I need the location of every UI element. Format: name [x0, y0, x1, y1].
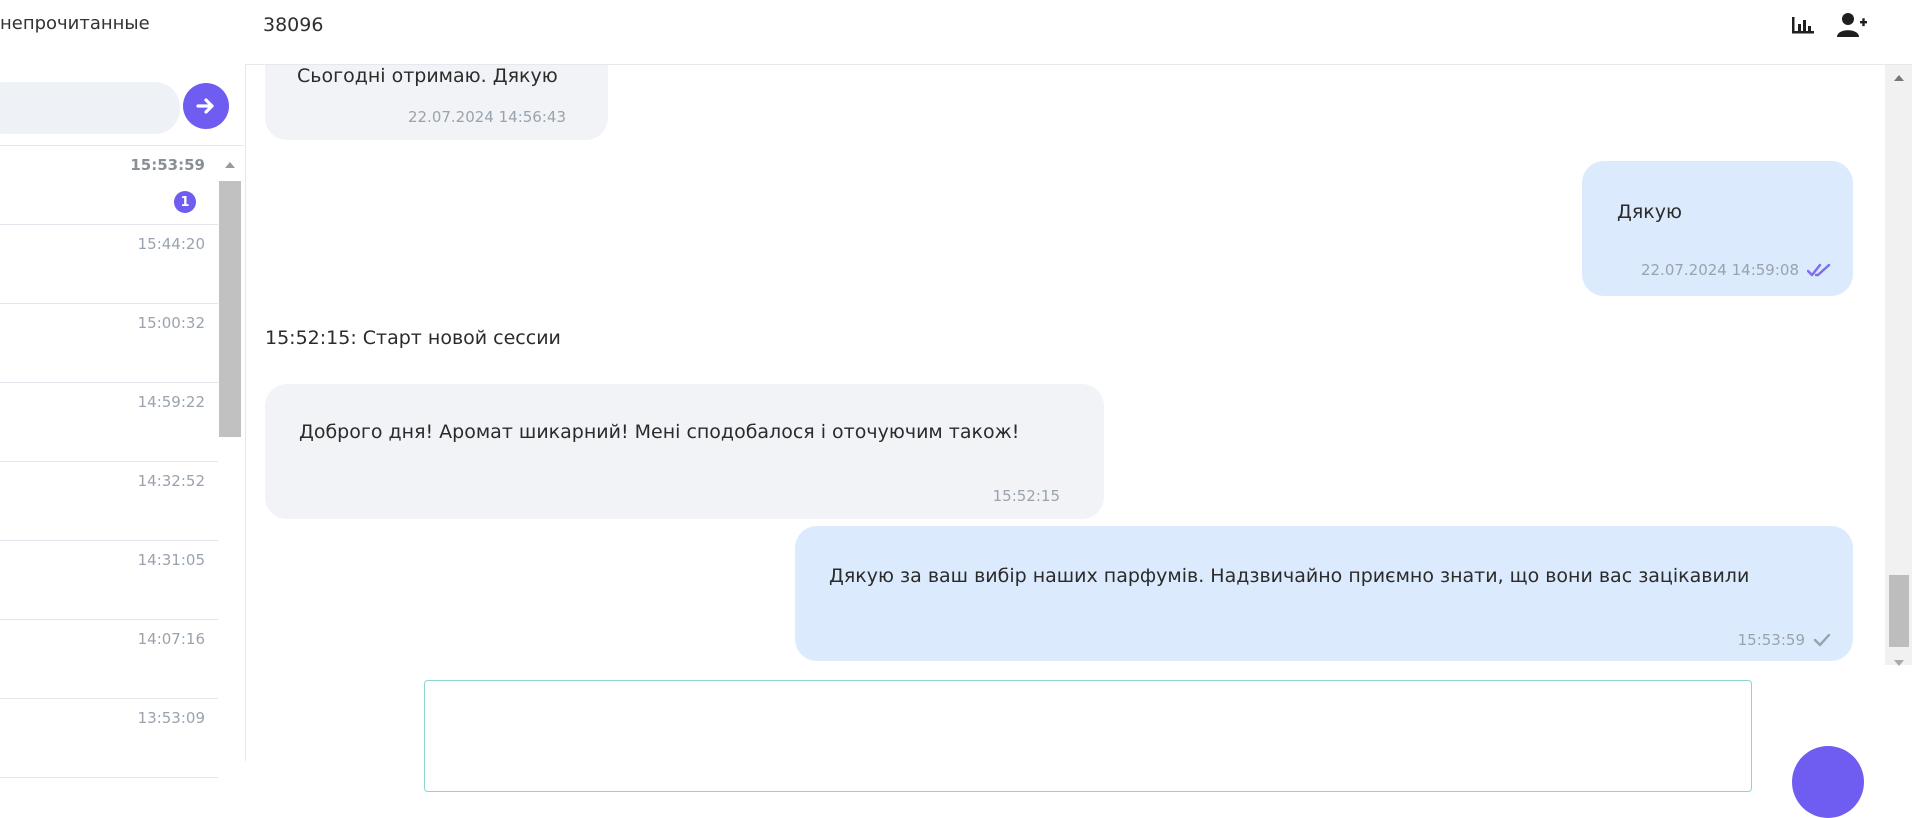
message-timestamp: 15:52:15	[992, 487, 1060, 505]
chat-list-item[interactable]: 14:32:52	[0, 462, 218, 541]
chat-time: 15:44:20	[137, 235, 205, 253]
add-contact-button[interactable]	[1835, 8, 1869, 42]
chat-time: 14:07:16	[137, 630, 205, 648]
chat-time: 14:31:05	[137, 551, 205, 569]
check-sent-icon	[1813, 633, 1831, 647]
unread-badge: 1	[174, 191, 196, 213]
chat-list-panel: непрочитанные 15:53:59 1 15:44:20 15:00:…	[0, 0, 246, 778]
chat-list: 15:53:59 1 15:44:20 15:00:32 14:59:22 14…	[0, 146, 218, 778]
statistics-button[interactable]	[1786, 8, 1820, 42]
chat-time: 14:59:22	[137, 393, 205, 411]
message-time: 22.07.2024 14:56:43	[408, 108, 566, 126]
message-area: Сьогодні отримаю. Дякую 22.07.2024 14:56…	[245, 65, 1885, 665]
chat-list-item[interactable]: 14:59:22	[0, 383, 218, 462]
message-text: Дякую за ваш вибір наших парфумів. Надзв…	[829, 565, 1750, 587]
chat-list-item[interactable]: 15:00:32	[0, 304, 218, 383]
message-meta: 22.07.2024 14:59:08	[1641, 261, 1831, 279]
scroll-down-arrow-icon[interactable]	[1894, 660, 1904, 666]
chat-time: 13:53:09	[137, 709, 205, 727]
incoming-message: Сьогодні отримаю. Дякую 22.07.2024 14:56…	[265, 65, 608, 140]
unread-filter-tab[interactable]: непрочитанные	[0, 13, 150, 34]
message-text: Сьогодні отримаю. Дякую	[297, 65, 558, 87]
chat-list-item[interactable]: 14:07:16	[0, 620, 218, 699]
scroll-up-arrow-icon[interactable]	[1894, 75, 1904, 81]
scroll-up-arrow-icon[interactable]	[225, 162, 235, 168]
outgoing-message: Дякую 22.07.2024 14:59:08	[1582, 161, 1853, 296]
chat-list-scrollbar[interactable]	[218, 155, 243, 761]
contact-phone: 38096	[263, 14, 324, 36]
chat-header: 38096	[245, 0, 1912, 65]
chat-list-item[interactable]: 15:44:20	[0, 225, 218, 304]
incoming-message: Доброго дня! Аромат шикарний! Мені сподо…	[265, 384, 1104, 519]
message-text: Дякую	[1617, 201, 1682, 223]
session-start-marker: 15:52:15: Старт новой сессии	[265, 327, 561, 349]
chat-time: 15:00:32	[137, 314, 205, 332]
search-go-button[interactable]	[183, 83, 229, 129]
message-time: 15:52:15	[993, 487, 1060, 505]
add-user-icon	[1837, 13, 1867, 37]
double-check-read-icon	[1807, 263, 1831, 277]
message-meta: 15:53:59	[1738, 631, 1831, 649]
scrollbar-thumb[interactable]	[219, 181, 241, 437]
send-button[interactable]	[1792, 746, 1864, 818]
bar-chart-icon	[1792, 17, 1814, 34]
outgoing-message: Дякую за ваш вибір наших парфумів. Надзв…	[795, 526, 1853, 661]
message-timestamp: 22.07.2024 14:59:08	[1640, 261, 1799, 279]
chat-list-item[interactable]: 14:31:05	[0, 541, 218, 620]
redaction-blur	[331, 14, 403, 40]
chat-time: 14:32:52	[137, 472, 205, 490]
chat-list-item[interactable]: 15:53:59 1	[0, 146, 218, 225]
search-input[interactable]	[0, 82, 180, 134]
scrollbar-thumb[interactable]	[1889, 575, 1909, 647]
message-scrollbar[interactable]	[1885, 65, 1912, 666]
chat-list-item[interactable]: 13:53:09	[0, 699, 218, 778]
message-timestamp: 22.07.2024 14:56:43	[407, 108, 566, 126]
message-input[interactable]	[424, 680, 1752, 792]
message-text: Доброго дня! Аромат шикарний! Мені сподо…	[299, 421, 1020, 443]
arrow-right-circle-icon	[196, 98, 214, 114]
message-timestamp: 15:53:59	[1737, 631, 1805, 649]
chat-time: 15:53:59	[130, 156, 205, 174]
